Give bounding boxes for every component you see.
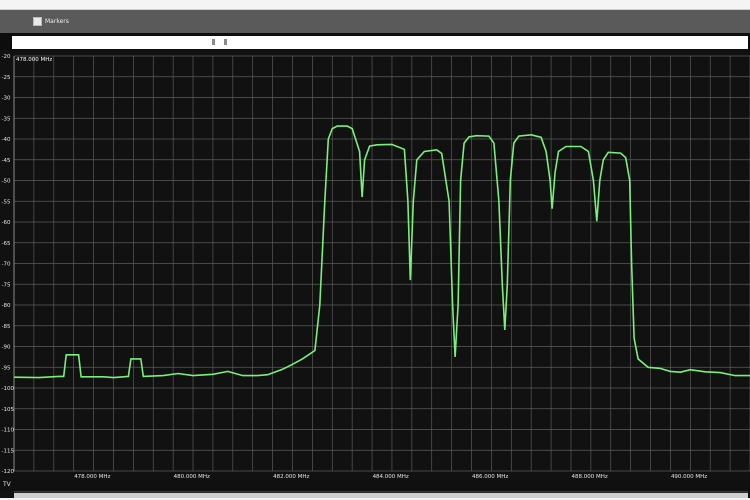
spectrum-trace: [13, 125, 750, 379]
spectrum-analyzer-window: Markers -20 -25 -30 -35 -40 -45 -50 -55 -60 -65 -7…: [0, 0, 750, 500]
y-tick-label: -90: [2, 345, 11, 351]
x-tick-label: 490.000 MHz: [671, 474, 707, 480]
y-tick-label: -110: [2, 428, 15, 434]
x-tick-label: 482.000 MHz: [273, 474, 309, 480]
x-tick-label: 488.000 MHz: [571, 474, 607, 480]
y-tick-label: -105: [2, 407, 15, 413]
status-bar: TV: [0, 481, 750, 491]
spectrum-plot-area: -20 -25 -30 -35 -40 -45 -50 -55 -60 -65 -70 -75 -80 -…: [0, 50, 750, 500]
marker-readout: 478.000 MHz: [16, 57, 52, 63]
y-tick-label: -35: [2, 116, 11, 122]
y-tick-label: -120: [2, 469, 15, 475]
y-tick-label: -115: [2, 448, 15, 454]
x-tick-label: 484.000 MHz: [373, 474, 409, 480]
markers-label: Markers: [45, 17, 69, 25]
y-tick-label: -45: [2, 158, 11, 164]
x-tick-label: 478.000 MHz: [74, 474, 110, 480]
y-tick-label: -65: [2, 241, 11, 247]
y-tick-label: -50: [2, 179, 11, 185]
grid: [13, 55, 750, 472]
x-tick-label: 480.000 MHz: [174, 474, 210, 480]
spectrum-chart: -20 -25 -30 -35 -40 -45 -50 -55 -60 -65 -70 -75 -80 -…: [2, 54, 750, 480]
y-tick-label: -40: [2, 137, 11, 143]
x-tick-label: 486.000 MHz: [472, 474, 508, 480]
title-bar: [0, 0, 750, 10]
markers-checkbox[interactable]: [33, 16, 42, 26]
y-tick-label: -85: [2, 324, 11, 330]
y-tick-label: -30: [2, 96, 11, 102]
markers-toggle[interactable]: Markers: [33, 15, 69, 27]
range-handle[interactable]: [212, 39, 215, 45]
y-axis-labels: -20 -25 -30 -35 -40 -45 -50 -55 -60 -65 -70 -75 -80 -…: [2, 54, 15, 475]
y-tick-label: -55: [2, 199, 11, 205]
y-tick-label: -100: [2, 386, 15, 392]
y-tick-label: -25: [2, 75, 11, 81]
toolbar: Markers: [0, 10, 750, 33]
y-tick-label: -60: [2, 220, 11, 226]
x-axis-labels: 478.000 MHz 480.000 MHz 482.000 MHz 484.000…: [74, 474, 707, 480]
y-tick-label: -20: [2, 54, 11, 60]
y-tick-label: -95: [2, 365, 11, 371]
frequency-input-bar[interactable]: [12, 36, 748, 49]
y-tick-label: -75: [2, 282, 11, 288]
tv-label: TV: [3, 481, 11, 488]
y-tick-label: -70: [2, 262, 11, 268]
range-handle[interactable]: [224, 39, 227, 45]
y-tick-label: -80: [2, 303, 11, 309]
